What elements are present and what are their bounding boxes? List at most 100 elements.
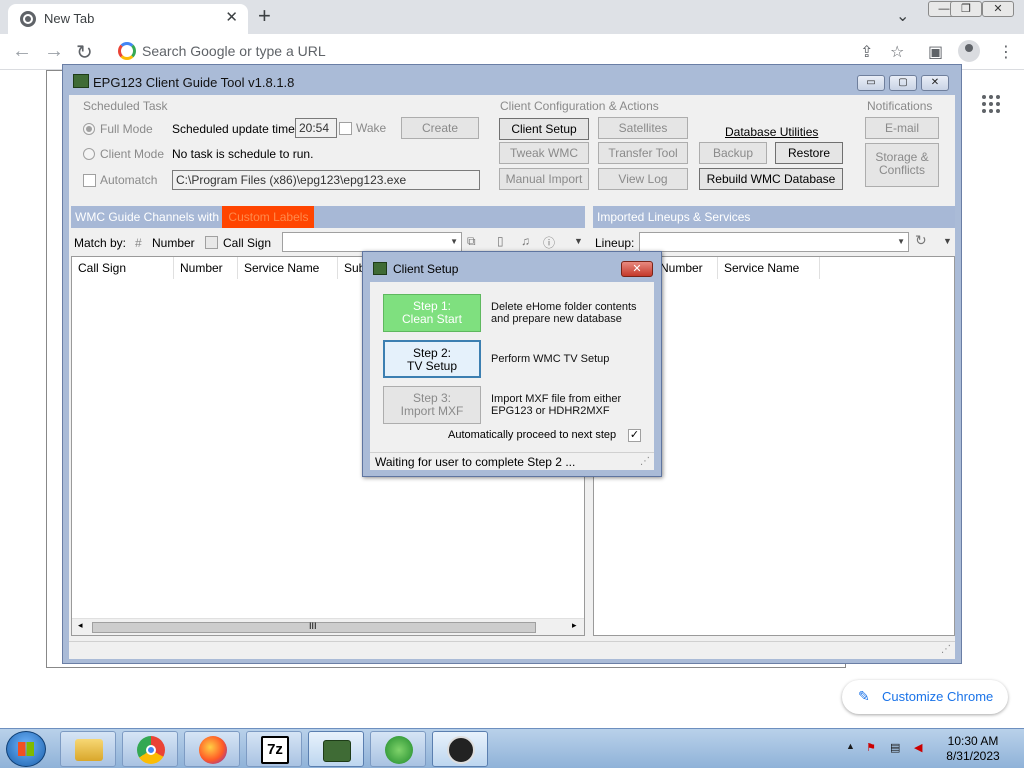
back-icon[interactable]: ← — [12, 40, 32, 63]
full-mode-radio[interactable] — [83, 123, 95, 135]
resize-grip-icon[interactable]: ⋰ — [941, 644, 951, 655]
resize-grip-icon[interactable]: ⋰ — [640, 453, 650, 471]
col-service-name[interactable]: Service Name — [238, 257, 338, 279]
maximize-icon[interactable]: ▢ — [889, 75, 917, 91]
epg123-titlebar[interactable]: EPG123 Client Guide Tool v1.8.1.8 ▭ ▢ ✕ — [63, 65, 961, 95]
scroll-thumb[interactable]: III — [92, 621, 536, 633]
storage-label-line2: Conflicts — [878, 163, 925, 177]
step2-line2: TV Setup — [406, 359, 458, 373]
step1-desc-line2: and prepare new database — [491, 313, 622, 325]
match-by-label: Match by: — [74, 236, 127, 250]
transfer-tool-button[interactable]: Transfer Tool — [598, 142, 688, 164]
exe-path-field[interactable]: C:\Program Files (x86)\epg123\epg123.exe — [172, 170, 480, 190]
info-icon[interactable]: ⓘ — [543, 234, 555, 251]
chevron-down-icon[interactable]: ⌄ — [896, 6, 909, 26]
custom-labels-badge[interactable]: Custom Labels — [222, 206, 315, 228]
step3-import-mxf-button[interactable]: Step 3: Import MXF — [383, 386, 481, 424]
reload-icon[interactable]: ↻ — [76, 40, 93, 65]
profile-avatar-icon[interactable] — [958, 40, 980, 62]
tweak-wmc-button[interactable]: Tweak WMC — [499, 142, 589, 164]
wmc-header-text: WMC Guide Channels with — [75, 210, 220, 224]
col-imported-number[interactable]: Number — [654, 257, 718, 279]
restore-icon[interactable]: ❐ — [950, 1, 982, 17]
step2-description: Perform WMC TV Setup — [491, 353, 610, 365]
wmc-guide-channels-header: WMC Guide Channels with Custom Labels — [71, 206, 585, 228]
restore-button[interactable]: Restore — [775, 142, 843, 164]
automatch-checkbox[interactable] — [83, 174, 96, 187]
tab-new-tab[interactable]: New Tab ✕ — [8, 4, 248, 34]
database-utilities-label: Database Utilities — [725, 125, 819, 139]
minimize-icon[interactable]: ▭ — [857, 75, 885, 91]
refresh-icon[interactable]: ↻ — [915, 232, 927, 249]
clock-time: 10:30 AM — [947, 734, 999, 748]
taskbar-epg123[interactable] — [308, 731, 364, 767]
client-mode-radio[interactable] — [83, 148, 95, 160]
forward-icon[interactable]: → — [44, 40, 64, 63]
update-time-field[interactable]: 20:54 — [295, 118, 337, 138]
col-number[interactable]: Number — [174, 257, 238, 279]
step1-line2: Clean Start — [401, 312, 463, 326]
col-call-sign[interactable]: Call Sign — [72, 257, 174, 279]
wake-checkbox[interactable] — [339, 122, 352, 135]
taskbar-clock[interactable]: 10:30 AM 8/31/2023 — [944, 734, 1002, 764]
side-panel-icon[interactable]: ▣ — [928, 42, 943, 62]
music-icon[interactable]: ♫ — [521, 234, 530, 248]
taskbar-explorer[interactable] — [60, 731, 116, 767]
full-mode-label: Full Mode — [100, 122, 153, 136]
chevron-down-icon: ▼ — [897, 237, 905, 246]
storage-conflicts-button[interactable]: Storage & Conflicts — [865, 143, 939, 187]
tray-chevron-up-icon[interactable]: ▲ — [846, 741, 855, 751]
manual-import-button[interactable]: Manual Import — [499, 168, 589, 190]
step1-clean-start-button[interactable]: Step 1: Clean Start — [383, 294, 481, 332]
match-call-sign-label[interactable]: Call Sign — [223, 236, 271, 250]
taskbar-firefox[interactable] — [184, 731, 240, 767]
overflow-icon[interactable]: ▼ — [574, 236, 583, 246]
google-apps-icon[interactable] — [982, 95, 1000, 113]
match-number-label[interactable]: Number — [152, 236, 195, 250]
taskbar-windows-media-center[interactable] — [370, 731, 426, 767]
taskbar-epg123-client[interactable] — [432, 731, 488, 767]
rebuild-wmc-database-button[interactable]: Rebuild WMC Database — [699, 168, 843, 190]
call-sign-checkbox[interactable] — [205, 236, 218, 249]
omnibox[interactable]: Search Google or type a URL — [108, 37, 852, 67]
windows-start-icon[interactable] — [6, 731, 46, 767]
kebab-menu-icon[interactable]: ⋮ — [998, 42, 1014, 62]
channel-filter-combo[interactable]: ▼ — [282, 232, 462, 252]
client-setup-button[interactable]: Client Setup — [499, 118, 589, 140]
close-window-icon[interactable]: ✕ — [982, 1, 1014, 17]
imported-header-text: Imported Lineups & Services — [597, 210, 751, 224]
backup-button[interactable]: Backup — [699, 142, 767, 164]
taskbar-chrome[interactable] — [122, 731, 178, 767]
7zip-icon: 7z — [261, 736, 289, 764]
action-center-icon[interactable]: ⚑ — [866, 741, 876, 754]
close-window-icon[interactable]: ✕ — [921, 75, 949, 91]
view-log-button[interactable]: View Log — [598, 168, 688, 190]
taskbar-7zip[interactable]: 7z — [246, 731, 302, 767]
scroll-left-icon[interactable]: ◂ — [78, 620, 83, 631]
share-icon[interactable]: ⇪ — [860, 42, 873, 62]
close-tab-icon[interactable]: ✕ — [225, 8, 238, 26]
scroll-right-icon[interactable]: ▸ — [572, 620, 577, 631]
volume-muted-icon[interactable]: ◀ — [914, 741, 922, 754]
auto-proceed-checkbox[interactable]: ✓ — [628, 429, 641, 442]
network-icon[interactable]: ▤ — [890, 741, 900, 754]
update-time-label: Scheduled update time: — [172, 122, 299, 136]
close-dialog-icon[interactable]: ✕ — [621, 261, 653, 277]
col-imported-service-name[interactable]: Service Name — [718, 257, 820, 279]
customize-chrome-button[interactable]: ✎ Customize Chrome — [842, 680, 1008, 714]
lineup-label: Lineup: — [595, 236, 635, 250]
lineup-combo[interactable]: ▼ — [639, 232, 909, 252]
create-task-button[interactable]: Create — [401, 117, 479, 139]
bookmark-star-icon[interactable]: ☆ — [890, 42, 904, 62]
satellites-button[interactable]: Satellites — [598, 117, 688, 139]
auto-proceed-label: Automatically proceed to next step — [448, 429, 617, 441]
tv-list-icon[interactable]: ▯ — [497, 234, 504, 248]
copy-icon[interactable]: ⧉ — [467, 234, 476, 249]
email-button[interactable]: E-mail — [865, 117, 939, 139]
tv-icon — [323, 740, 351, 762]
overflow-icon[interactable]: ▼ — [943, 236, 952, 246]
step3-desc-line1: Import MXF file from either — [491, 393, 622, 405]
new-tab-icon[interactable]: + — [258, 3, 271, 29]
wmc-horizontal-scrollbar[interactable]: ◂ III ▸ — [72, 618, 584, 635]
step2-tv-setup-button[interactable]: Step 2: TV Setup — [383, 340, 481, 378]
